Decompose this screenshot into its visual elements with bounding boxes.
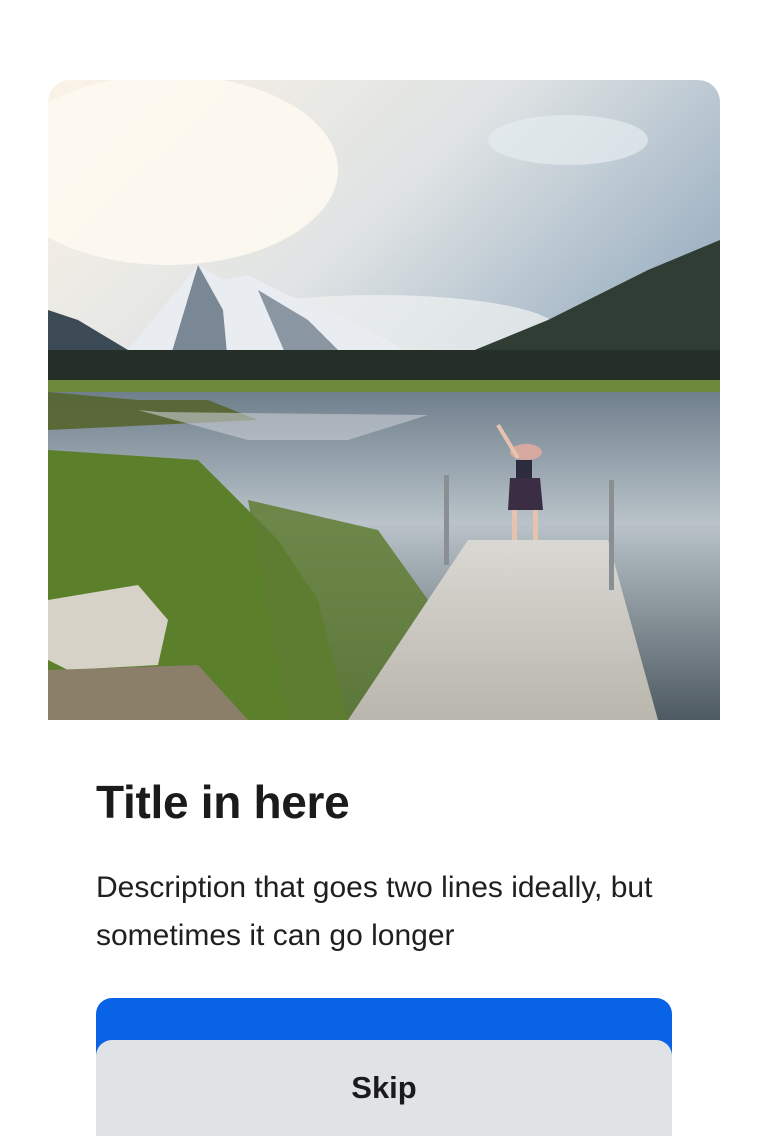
screen: Title in here Description that goes two … — [0, 0, 768, 1136]
card-title: Title in here — [96, 776, 350, 828]
mountain-lake-photo — [48, 80, 720, 720]
hero-image — [48, 80, 720, 720]
skip-button[interactable]: Skip — [96, 1040, 672, 1136]
card-description: Description that goes two lines ideally,… — [96, 871, 653, 952]
